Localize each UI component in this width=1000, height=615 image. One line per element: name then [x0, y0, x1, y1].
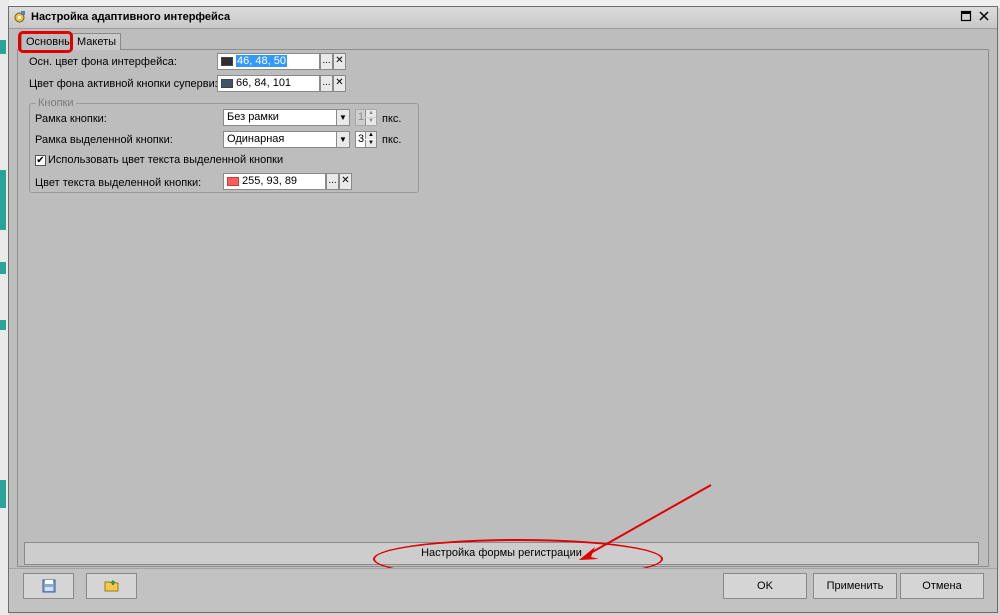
red-arrow-annotation [579, 484, 712, 560]
bg-color-browse-button[interactable]: ... [320, 53, 333, 70]
supervisor-color-swatch [221, 79, 233, 88]
spin-up-icon[interactable]: ▲ [365, 132, 376, 139]
selected-frame-dropdown[interactable]: Одинарная ▼ [223, 131, 350, 148]
settings-window: Настройка адаптивного интерфейса Основны… [8, 6, 998, 613]
maximize-icon[interactable] [959, 10, 973, 24]
text-color-label: Цвет текста выделенной кнопки: [35, 177, 202, 189]
bg-color-value: 46, 48, 50 [236, 55, 287, 67]
text-color-field[interactable]: 255, 93, 89 [223, 173, 326, 190]
chevron-down-icon: ▼ [336, 110, 349, 125]
button-frame-spinner: 1 ▲ ▼ [355, 109, 377, 126]
apply-button[interactable]: Применить [813, 573, 897, 599]
buttons-group-legend: Кнопки [36, 97, 76, 109]
ok-button[interactable]: OK [723, 573, 807, 599]
spin-down-icon[interactable]: ▼ [365, 140, 376, 147]
bg-color-label: Осн. цвет фона интерфейса: [29, 56, 177, 68]
button-frame-value: Без рамки [227, 111, 279, 123]
button-frame-dropdown[interactable]: Без рамки ▼ [223, 109, 350, 126]
text-color-browse-button[interactable]: ... [326, 173, 339, 190]
supervisor-color-label: Цвет фона активной кнопки супервизора: [29, 78, 242, 90]
text-color-swatch [227, 177, 239, 186]
tab-layouts-label: Макеты [77, 36, 117, 48]
button-frame-px-label: пкс. [382, 113, 402, 125]
spin-up-icon: ▲ [365, 110, 376, 117]
supervisor-color-value: 66, 84, 101 [236, 77, 292, 89]
folder-open-icon [104, 580, 118, 592]
use-text-color-checkbox[interactable]: ✔ [35, 155, 46, 166]
button-frame-spin-value: 1 [358, 111, 365, 123]
bg-color-field[interactable]: 46, 48, 50 [217, 53, 320, 70]
bg-color-swatch [221, 57, 233, 66]
tab-highlight-annotation [18, 31, 73, 53]
selected-frame-spinner[interactable]: 3 ▲ ▼ [355, 131, 377, 148]
button-frame-label: Рамка кнопки: [35, 113, 107, 125]
chevron-down-icon: ▼ [336, 132, 349, 147]
selected-frame-px-label: пкс. [382, 134, 402, 146]
open-file-button[interactable] [86, 573, 137, 599]
use-text-color-label[interactable]: Использовать цвет текста выделенной кноп… [48, 154, 283, 166]
tab-layouts[interactable]: Макеты [72, 33, 122, 50]
cancel-button[interactable]: Отмена [900, 573, 984, 599]
supervisor-color-clear-button[interactable]: ✕ [333, 75, 346, 92]
text-color-clear-button[interactable]: ✕ [339, 173, 352, 190]
close-icon[interactable] [977, 10, 991, 24]
save-file-button[interactable] [23, 573, 74, 599]
selected-frame-label: Рамка выделенной кнопки: [35, 134, 173, 146]
bg-color-clear-button[interactable]: ✕ [333, 53, 346, 70]
spin-down-icon: ▼ [365, 118, 376, 125]
selected-frame-spin-value: 3 [358, 133, 365, 145]
text-color-value: 255, 93, 89 [242, 175, 298, 187]
selected-frame-value: Одинарная [227, 133, 285, 145]
settings-app-icon [14, 11, 25, 23]
title-bar[interactable]: Настройка адаптивного интерфейса [9, 7, 997, 29]
supervisor-color-field[interactable]: 66, 84, 101 [217, 75, 320, 92]
window-title: Настройка адаптивного интерфейса [31, 11, 231, 23]
floppy-disk-icon [42, 579, 55, 593]
supervisor-color-browse-button[interactable]: ... [320, 75, 333, 92]
